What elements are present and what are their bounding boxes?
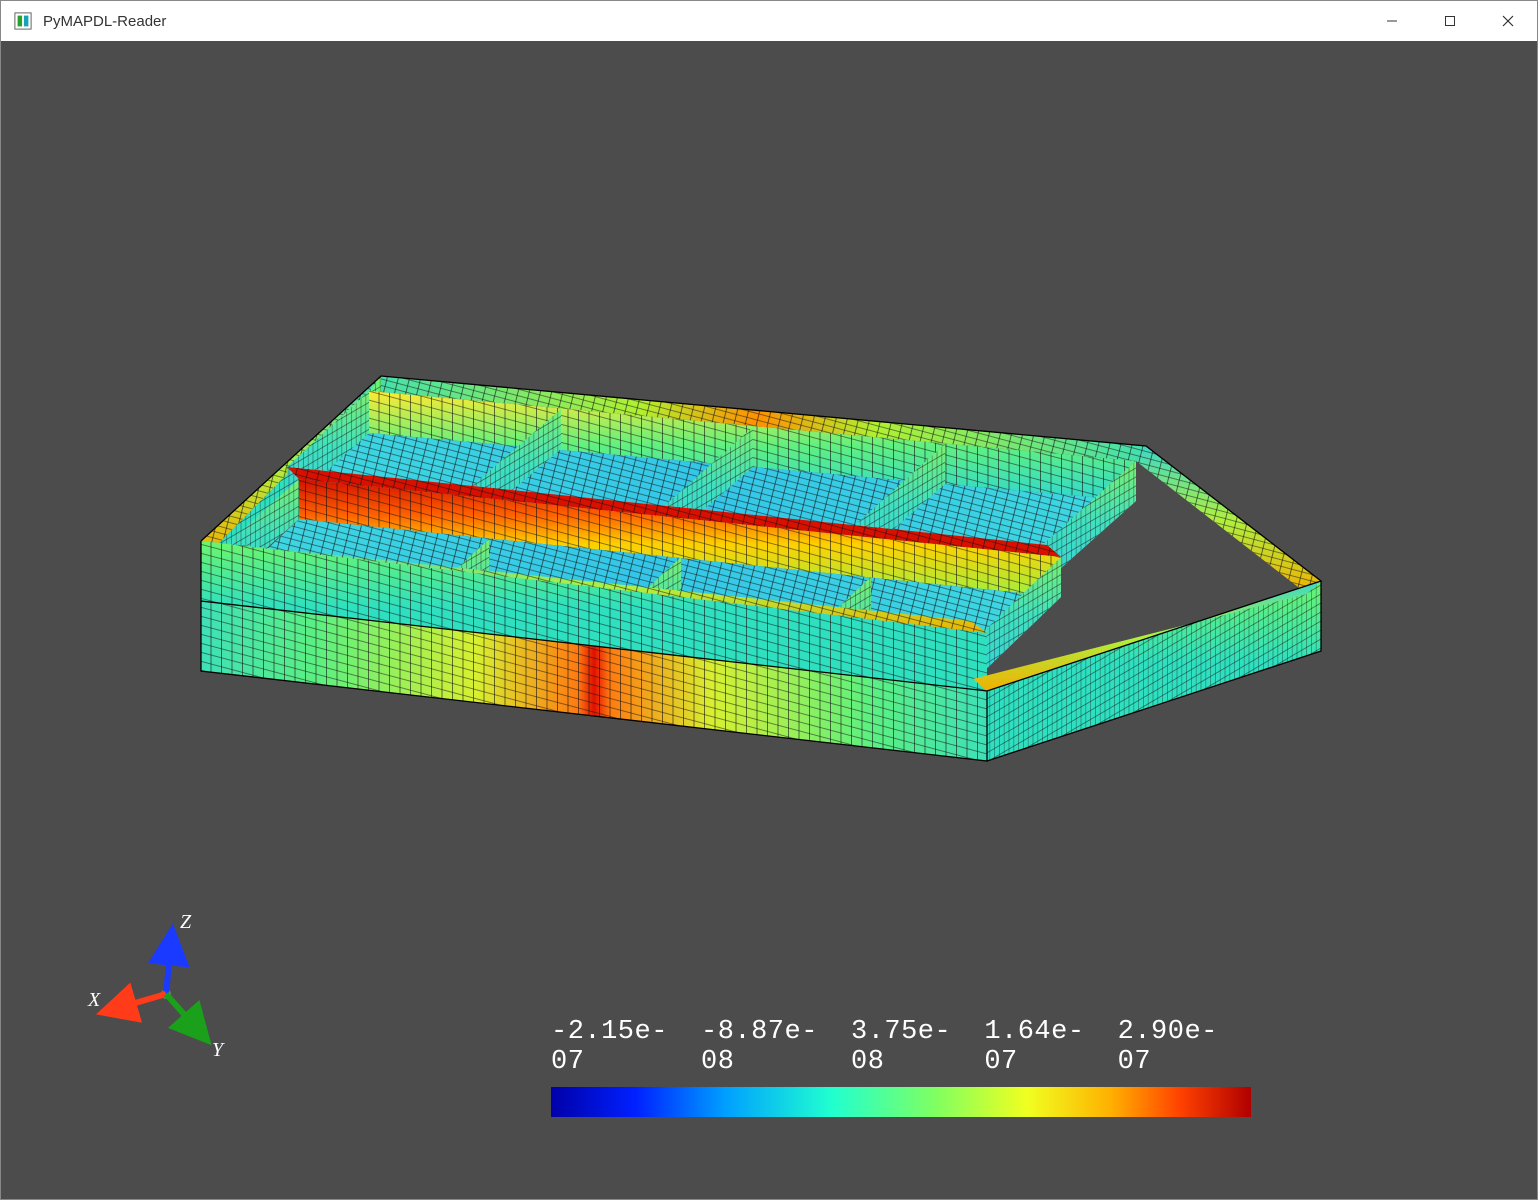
scalar-tick: 2.90e-07 — [1118, 1017, 1251, 1077]
maximize-button[interactable] — [1421, 1, 1479, 41]
axis-y-label: Y — [212, 1039, 225, 1059]
scalar-bar-gradient — [551, 1087, 1251, 1117]
title-bar-left: PyMAPDL-Reader — [1, 11, 166, 31]
window-title: PyMAPDL-Reader — [43, 13, 166, 30]
scalar-bar-ticks: -2.15e-07 -8.87e-08 3.75e-08 1.64e-07 2.… — [551, 1017, 1251, 1077]
render-viewport[interactable]: Z X Y -2.15e-07 -8.87e-08 3.75e-08 1.64e… — [1, 41, 1537, 1199]
scalar-bar: -2.15e-07 -8.87e-08 3.75e-08 1.64e-07 2.… — [551, 1017, 1251, 1117]
close-button[interactable] — [1479, 1, 1537, 41]
title-bar[interactable]: PyMAPDL-Reader — [1, 1, 1537, 41]
scalar-tick: 1.64e-07 — [984, 1017, 1117, 1077]
scalar-tick: -2.15e-07 — [551, 1017, 701, 1077]
axis-x-label: X — [87, 989, 101, 1011]
window-controls — [1363, 1, 1537, 41]
scalar-tick: 3.75e-08 — [851, 1017, 984, 1077]
app-icon — [13, 11, 33, 31]
app-window: PyMAPDL-Reader — [0, 0, 1538, 1200]
axis-triad: Z X Y — [81, 899, 241, 1059]
axis-z-label: Z — [180, 911, 192, 933]
minimize-button[interactable] — [1363, 1, 1421, 41]
scalar-tick: -8.87e-08 — [701, 1017, 851, 1077]
